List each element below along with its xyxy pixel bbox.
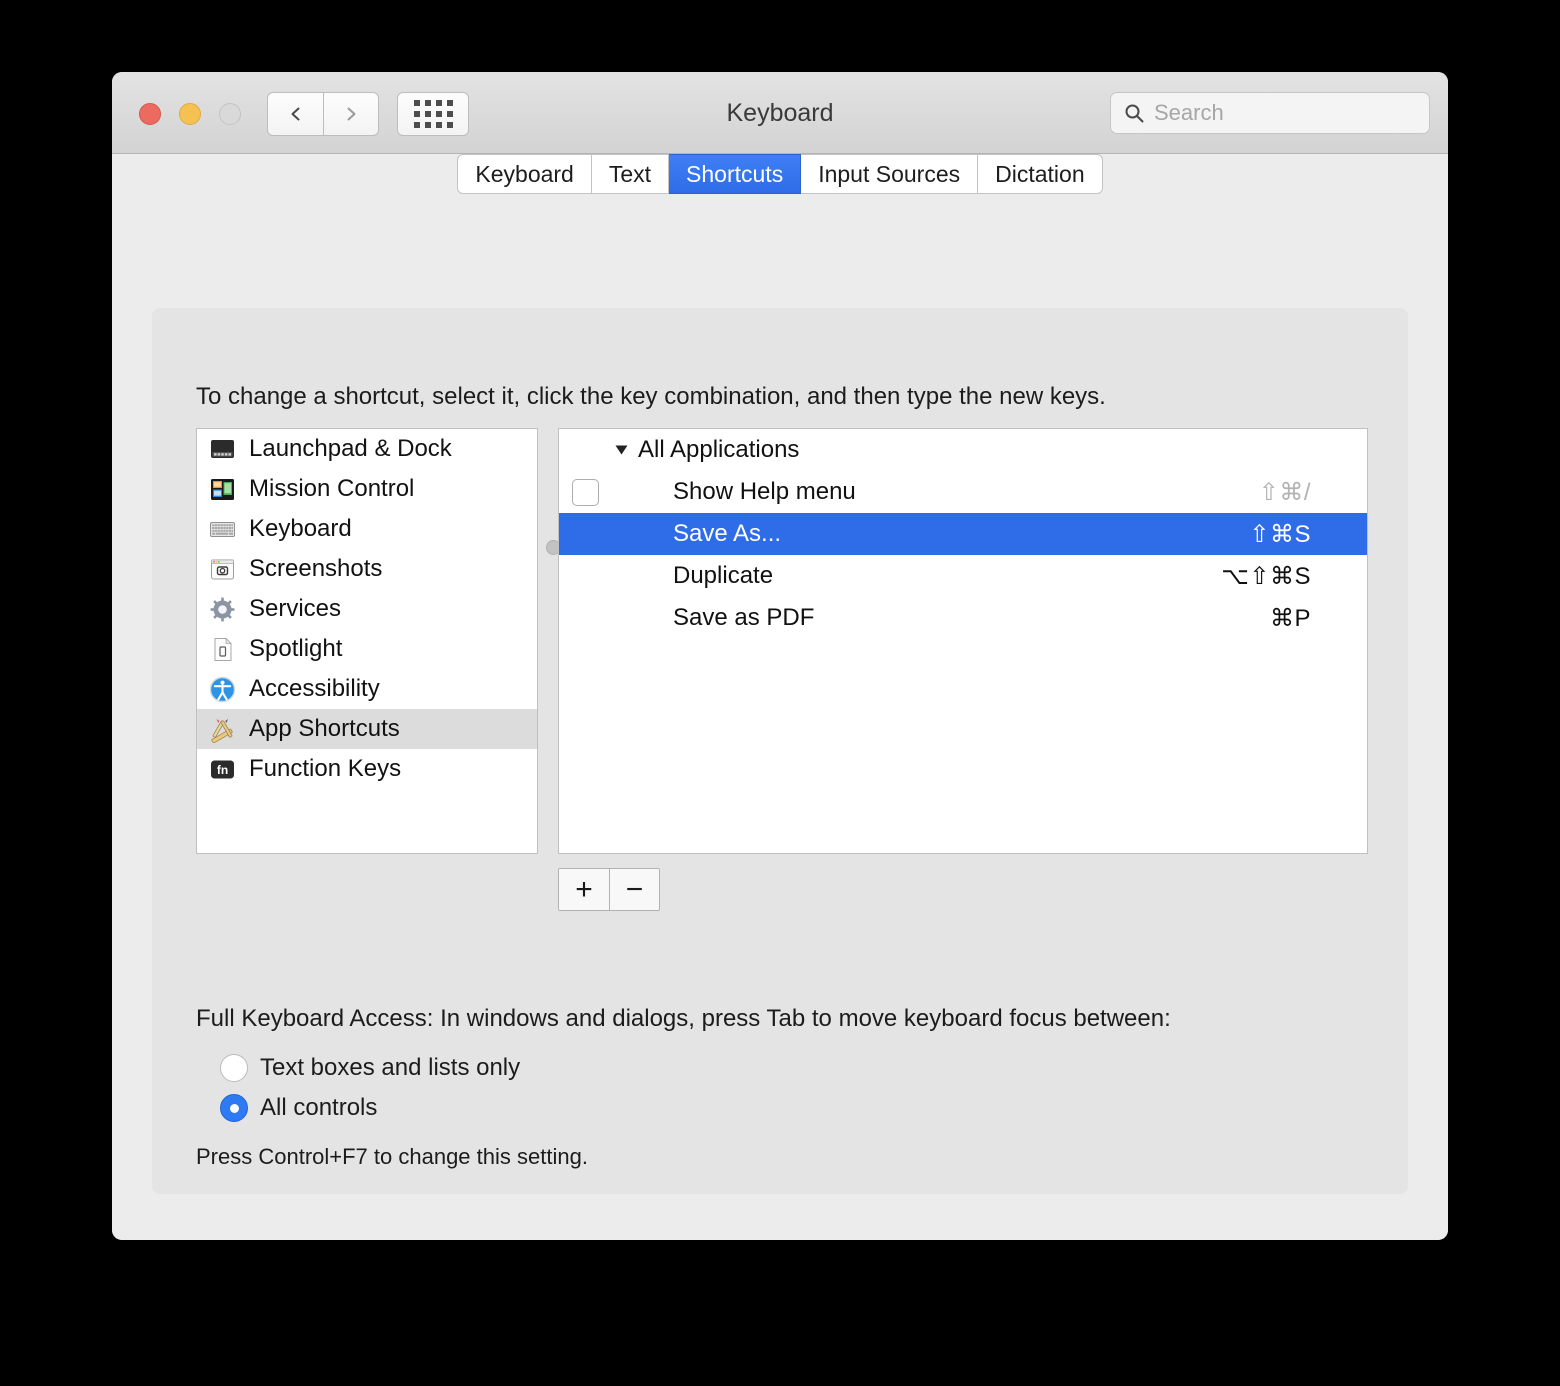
- add-shortcut-button[interactable]: +: [559, 869, 609, 910]
- shortcut-keys[interactable]: ⌘P: [1270, 604, 1311, 633]
- sidebar-item-mission-control[interactable]: Mission Control: [197, 469, 537, 509]
- radio-label: Text boxes and lists only: [260, 1054, 521, 1081]
- search-field[interactable]: [1110, 92, 1430, 134]
- sidebar-item-label: Mission Control: [249, 475, 415, 502]
- screenshots-icon: [209, 556, 236, 583]
- list-edit-buttons: + −: [558, 868, 660, 911]
- sidebar-item-function-keys[interactable]: fn Function Keys: [197, 749, 537, 789]
- tab-dictation[interactable]: Dictation: [978, 154, 1103, 194]
- sidebar-item-launchpad-dock[interactable]: Launchpad & Dock: [197, 429, 537, 469]
- mission-control-icon: [209, 476, 236, 503]
- sidebar-item-label: Screenshots: [249, 555, 383, 582]
- sidebar-item-label: Launchpad & Dock: [249, 435, 452, 462]
- radio-all-controls[interactable]: All controls: [220, 1094, 377, 1122]
- shortcut-group-label: All Applications: [638, 436, 800, 463]
- table-row[interactable]: Duplicate ⌥⇧⌘S: [559, 555, 1367, 597]
- instructions-text: To change a shortcut, select it, click t…: [196, 383, 1106, 410]
- shortcut-group-header[interactable]: All Applications: [559, 429, 1367, 471]
- sidebar-item-screenshots[interactable]: Screenshots: [197, 549, 537, 589]
- keyboard-preferences-window: Keyboard To change a shortcut, select it…: [112, 72, 1448, 1240]
- table-row[interactable]: Show Help menu ⇧⌘/: [559, 471, 1367, 513]
- shortcut-keys[interactable]: ⇧⌘/: [1259, 478, 1311, 507]
- shortcut-keys[interactable]: ⇧⌘S: [1249, 520, 1311, 549]
- shortcuts-groupbox: To change a shortcut, select it, click t…: [152, 308, 1408, 1194]
- keyboard-icon: [209, 516, 236, 543]
- remove-shortcut-button[interactable]: −: [609, 869, 659, 910]
- tab-keyboard[interactable]: Keyboard: [457, 154, 592, 194]
- shortcut-name: Save As...: [673, 520, 782, 547]
- shortcut-keys[interactable]: ⌥⇧⌘S: [1221, 562, 1311, 591]
- sidebar-item-label: Spotlight: [249, 635, 343, 662]
- tab-text[interactable]: Text: [591, 154, 670, 194]
- shortcuts-list[interactable]: All Applications Show Help menu ⇧⌘/ Save…: [558, 428, 1368, 854]
- spotlight-document-icon: [209, 636, 236, 663]
- control-f7-note: Press Control+F7 to change this setting.: [196, 1144, 588, 1169]
- function-keys-fn-icon: fn: [209, 756, 236, 783]
- sidebar-item-label: App Shortcuts: [249, 715, 400, 742]
- tab-bar: Keyboard Text Shortcuts Input Sources Di…: [112, 154, 1448, 194]
- sidebar-item-label: Function Keys: [249, 755, 402, 782]
- radio-button-selected[interactable]: [220, 1094, 248, 1122]
- sidebar-item-services[interactable]: Services: [197, 589, 537, 629]
- tab-input-sources[interactable]: Input Sources: [801, 154, 979, 194]
- sidebar-item-spotlight[interactable]: Spotlight: [197, 629, 537, 669]
- shortcut-name: Show Help menu: [673, 478, 856, 505]
- sidebar-item-label: Accessibility: [249, 675, 380, 702]
- services-gear-icon: [209, 596, 236, 623]
- radio-text-boxes-and-lists-only[interactable]: Text boxes and lists only: [220, 1054, 520, 1082]
- tab-shortcuts[interactable]: Shortcuts: [669, 154, 802, 194]
- accessibility-icon: [209, 676, 236, 703]
- svg-text:fn: fn: [217, 763, 228, 777]
- category-list[interactable]: Launchpad & Dock Mission Control Keyboar…: [196, 428, 538, 854]
- window-content: To change a shortcut, select it, click t…: [112, 154, 1448, 1239]
- window-titlebar: Keyboard: [112, 72, 1448, 154]
- triangle-down-icon[interactable]: [615, 445, 628, 455]
- sidebar-item-keyboard[interactable]: Keyboard: [197, 509, 537, 549]
- full-keyboard-access-label: Full Keyboard Access: In windows and dia…: [196, 1005, 1171, 1032]
- sidebar-item-label: Keyboard: [249, 515, 352, 542]
- shortcut-name: Save as PDF: [673, 604, 815, 631]
- shortcut-checkbox[interactable]: [572, 478, 599, 506]
- launchpad-dock-icon: [209, 436, 236, 463]
- search-input[interactable]: [1154, 100, 1394, 126]
- table-row[interactable]: Save as PDF ⌘P: [559, 597, 1367, 639]
- sidebar-item-label: Services: [249, 595, 342, 622]
- sidebar-item-accessibility[interactable]: Accessibility: [197, 669, 537, 709]
- sidebar-item-app-shortcuts[interactable]: App Shortcuts: [197, 709, 537, 749]
- radio-button[interactable]: [220, 1054, 248, 1082]
- table-row[interactable]: Save As... ⇧⌘S: [559, 513, 1367, 555]
- shortcut-name: Duplicate: [673, 562, 774, 589]
- app-shortcuts-icon: [209, 716, 236, 743]
- search-icon: [1125, 104, 1144, 123]
- radio-label: All controls: [260, 1094, 378, 1121]
